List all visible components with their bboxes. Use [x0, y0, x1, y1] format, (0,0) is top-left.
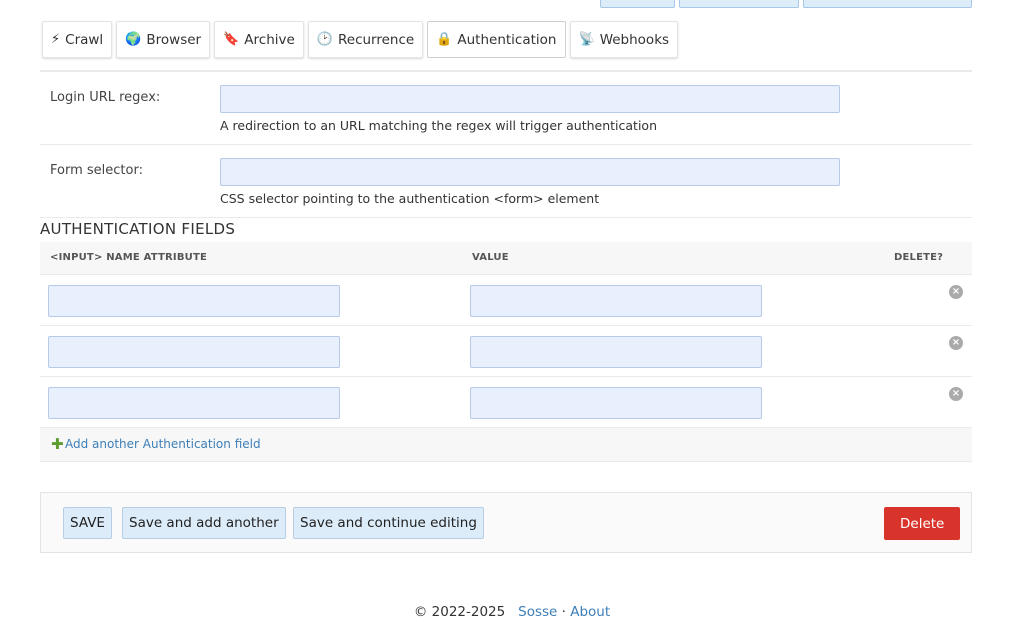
add-row: ✚ Add another Authentication field: [40, 428, 972, 462]
lock-icon: 🔒: [436, 32, 453, 47]
login-url-input[interactable]: [220, 85, 840, 113]
table-row: ×: [40, 377, 972, 428]
footer: © 2022-2025 Sosse · About: [0, 604, 1024, 620]
tab-authentication[interactable]: 🔒 Authentication: [427, 21, 566, 58]
tab-crawl[interactable]: ⚡ Crawl: [42, 21, 113, 58]
submit-row: SAVE Save and add another Save and conti…: [40, 492, 972, 553]
tab-browser[interactable]: 🌍 Browser: [116, 21, 211, 58]
top-button-partial[interactable]: [600, 0, 675, 8]
about-link[interactable]: About: [570, 604, 610, 620]
top-button-partial[interactable]: [803, 0, 972, 8]
field-name-input[interactable]: [48, 387, 340, 419]
name-column-header: <INPUT> NAME ATTRIBUTE: [50, 252, 208, 263]
top-button-partial[interactable]: [679, 0, 799, 8]
form-selector-row: Form selector: CSS selector pointing to …: [40, 145, 972, 218]
auth-fields-header: <INPUT> NAME ATTRIBUTE VALUE DELETE?: [40, 242, 972, 275]
tab-archive[interactable]: 🔖 Archive: [214, 21, 304, 58]
delete-x-icon[interactable]: ×: [949, 285, 963, 299]
login-url-help: A redirection to an URL matching the reg…: [220, 118, 658, 133]
footer-separator: ·: [561, 604, 566, 620]
globe-icon: 🌍: [125, 32, 142, 47]
delete-x-icon[interactable]: ×: [949, 336, 963, 350]
lightning-icon: ⚡: [51, 32, 61, 47]
tab-label: Webhooks: [599, 31, 670, 48]
tab-label: Archive: [244, 31, 295, 48]
login-url-row: Login URL regex: A redirection to an URL…: [40, 72, 972, 145]
form-selector-input[interactable]: [220, 158, 840, 186]
field-value-input[interactable]: [470, 336, 762, 368]
table-row: ×: [40, 275, 972, 326]
field-value-input[interactable]: [470, 285, 762, 317]
form-selector-help: CSS selector pointing to the authenticat…: [220, 191, 600, 206]
save-and-add-another-button[interactable]: Save and add another: [122, 507, 286, 539]
bookmark-icon: 🔖: [223, 32, 240, 47]
save-button[interactable]: SAVE: [63, 507, 112, 539]
login-url-label: Login URL regex:: [50, 90, 161, 105]
clock-icon: 🕑: [316, 32, 333, 47]
tab-label: Authentication: [457, 31, 557, 48]
field-name-input[interactable]: [48, 285, 340, 317]
auth-fields-title: AUTHENTICATION FIELDS: [40, 220, 236, 238]
field-name-input[interactable]: [48, 336, 340, 368]
tab-label: Crawl: [65, 31, 104, 48]
satellite-antenna-icon: 📡: [578, 32, 595, 47]
tab-recurrence[interactable]: 🕑 Recurrence: [307, 21, 424, 58]
form-selector-label: Form selector:: [50, 163, 143, 178]
tab-webhooks[interactable]: 📡 Webhooks: [569, 21, 679, 58]
value-column-header: VALUE: [472, 252, 509, 263]
table-row: ×: [40, 326, 972, 377]
tab-label: Browser: [146, 31, 202, 48]
field-value-input[interactable]: [470, 387, 762, 419]
delete-column-header: DELETE?: [894, 252, 944, 263]
tab-label: Recurrence: [337, 31, 415, 48]
delete-x-icon[interactable]: ×: [949, 387, 963, 401]
save-and-continue-button[interactable]: Save and continue editing: [293, 507, 484, 539]
delete-button[interactable]: Delete: [884, 507, 961, 540]
tab-bar: ⚡ Crawl 🌍 Browser 🔖 Archive 🕑 Recurrence 🔒 Au…: [42, 21, 679, 58]
copyright-text: © 2022-2025: [413, 604, 506, 620]
add-auth-field-link[interactable]: Add another Authentication field: [65, 437, 261, 451]
sosse-link[interactable]: Sosse: [518, 604, 557, 620]
top-button-group: [600, 0, 972, 8]
plus-icon: ✚: [51, 435, 64, 453]
